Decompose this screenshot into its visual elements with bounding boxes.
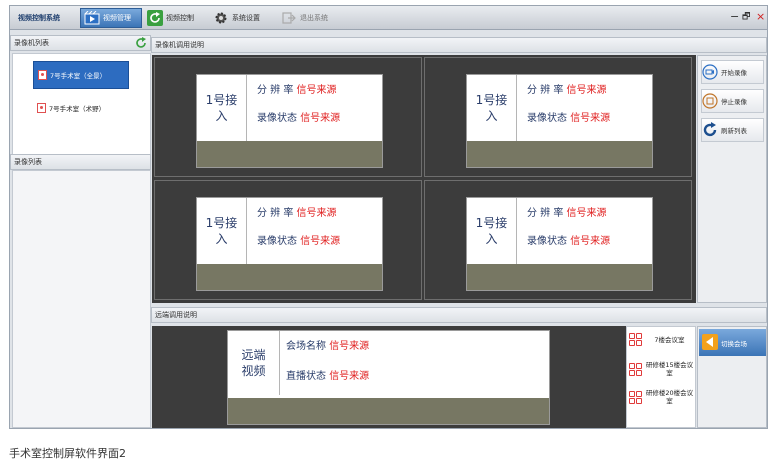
video-list-header: 录像列表 — [10, 154, 151, 170]
video-cell[interactable]: 1号接入 分 辨 率 信号来源 录像状态 信号来源 — [154, 57, 422, 177]
minimize-button[interactable]: − — [730, 11, 739, 23]
recorder-panel-header: 录像机调用说明 — [151, 37, 767, 53]
grid-icon — [629, 390, 642, 404]
arrow-left-icon — [702, 333, 718, 352]
video-list — [12, 170, 151, 428]
room-item[interactable]: 研修楼20楼会议室 — [629, 389, 695, 405]
video-card: 1号接入 分 辨 率 信号来源 录像状态 信号来源 — [466, 197, 653, 291]
refresh-icon — [147, 10, 163, 26]
camera-icon — [702, 64, 718, 80]
start-recording-button[interactable]: 开始录像 — [701, 60, 764, 84]
recorder-item[interactable]: 7号手术室（术野） — [33, 94, 129, 122]
nav-system-settings[interactable]: 系统设置 — [210, 8, 274, 28]
recorder-icon — [37, 103, 46, 113]
status-row: 录像状态 信号来源 — [257, 236, 341, 247]
refresh-icon[interactable] — [135, 37, 147, 54]
video-cell[interactable]: 1号接入 分 辨 率 信号来源 录像状态 信号来源 — [154, 180, 422, 300]
resolution-row: 分 辨 率 信号来源 — [527, 208, 607, 219]
resolution-row: 分 辨 率 信号来源 — [257, 85, 337, 96]
status-row: 录像状态 信号来源 — [527, 236, 611, 247]
remote-panel-header: 远端调用说明 — [151, 307, 767, 323]
card-footer — [197, 264, 382, 290]
video-grid: 1号接入 分 辨 率 信号来源 录像状态 信号来源 1号接入 分 辨 率 信号来… — [152, 55, 696, 303]
channel-name: 1号接入 — [467, 75, 517, 141]
recorder-item[interactable]: 7号手术室（全景） — [33, 61, 129, 89]
video-card: 1号接入 分 辨 率 信号来源 录像状态 信号来源 — [466, 74, 653, 168]
channel-name: 1号接入 — [467, 198, 517, 264]
app-name: 视频控制系统 — [18, 14, 60, 22]
remote-video-card[interactable]: 远端 视频 会场名称 信号来源 直播状态 信号来源 — [227, 330, 550, 425]
remote-video-area: 远端 视频 会场名称 信号来源 直播状态 信号来源 — [152, 326, 626, 428]
venue-row: 会场名称 信号来源 — [286, 341, 370, 352]
resolution-row: 分 辨 率 信号来源 — [257, 208, 337, 219]
resolution-row: 分 辨 率 信号来源 — [527, 85, 607, 96]
status-row: 录像状态 信号来源 — [527, 113, 611, 124]
remote-name: 远端 视频 — [228, 331, 280, 395]
grid-icon — [629, 362, 642, 376]
room-item[interactable]: 研修楼15楼会议室 — [629, 361, 695, 377]
nav-exit-system[interactable]: 退出系统 — [278, 8, 340, 28]
card-footer — [228, 398, 549, 424]
nav-video-control[interactable]: 视频控制 — [144, 8, 206, 28]
restore-button[interactable]: 🗗 — [742, 11, 750, 23]
recorder-list-header: 录像机列表 — [10, 35, 151, 51]
channel-name: 1号接入 — [197, 198, 247, 264]
room-item[interactable]: 7楼会议室 — [629, 333, 695, 346]
room-list: 7楼会议室 研修楼15楼会议室 研修楼20楼会议室 — [626, 326, 696, 428]
recorder-list: 7号手术室（全景） 7号手术室（术野） — [12, 53, 151, 156]
card-footer — [197, 141, 382, 167]
grid-icon — [629, 333, 642, 346]
switch-area: 切换会场 — [697, 326, 767, 428]
video-cell[interactable]: 1号接入 分 辨 率 信号来源 录像状态 信号来源 — [424, 180, 692, 300]
title-bar: 视频控制系统 视频管理 视频控制 系统设置 退出系统 − 🗗 × — [10, 6, 767, 30]
recorder-icon — [38, 70, 47, 80]
refresh-icon — [702, 122, 718, 138]
stop-icon — [702, 93, 718, 109]
video-card: 1号接入 分 辨 率 信号来源 录像状态 信号来源 — [196, 197, 383, 291]
nav-video-management[interactable]: 视频管理 — [80, 8, 142, 28]
exit-icon — [281, 10, 297, 26]
figure-caption: 手术室控制屏软件界面2 — [9, 447, 126, 460]
record-controls: 开始录像 停止录像 刷新列表 — [697, 55, 767, 303]
app-window: 视频控制系统 视频管理 视频控制 系统设置 退出系统 − 🗗 × 录像机列表 7… — [9, 5, 768, 429]
video-cell[interactable]: 1号接入 分 辨 率 信号来源 录像状态 信号来源 — [424, 57, 692, 177]
stop-recording-button[interactable]: 停止录像 — [701, 89, 764, 113]
close-button[interactable]: × — [756, 11, 765, 23]
video-card: 1号接入 分 辨 率 信号来源 录像状态 信号来源 — [196, 74, 383, 168]
video-icon — [84, 10, 100, 26]
gear-icon — [213, 10, 229, 26]
switch-venue-button[interactable]: 切换会场 — [699, 329, 766, 356]
status-row: 录像状态 信号来源 — [257, 113, 341, 124]
live-status-row: 直播状态 信号来源 — [286, 371, 370, 382]
refresh-list-button[interactable]: 刷新列表 — [701, 118, 764, 142]
card-footer — [467, 264, 652, 290]
card-footer — [467, 141, 652, 167]
channel-name: 1号接入 — [197, 75, 247, 141]
